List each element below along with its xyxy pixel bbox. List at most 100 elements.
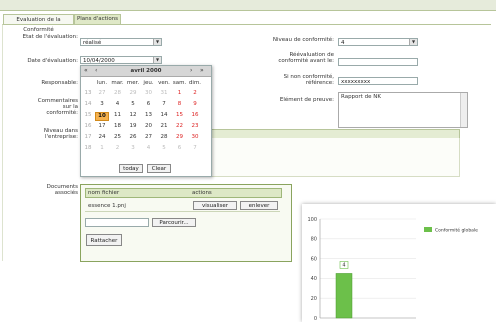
calendar-day[interactable]: 6 xyxy=(173,145,187,152)
weekday-header: mar. xyxy=(111,80,124,86)
calendar-day[interactable]: 23 xyxy=(188,123,202,130)
calendar-day[interactable]: 7 xyxy=(157,101,171,108)
document-file-name[interactable]: essence 1.pnj xyxy=(88,203,126,209)
etat-select[interactable]: réalisé ▼ xyxy=(80,38,162,46)
calendar-day[interactable]: 2 xyxy=(111,145,125,152)
calendar-day[interactable]: 4 xyxy=(142,145,156,152)
next-month-button[interactable]: › xyxy=(190,67,192,74)
calendar-day[interactable]: 16 xyxy=(188,112,202,119)
rattacher-button[interactable]: Rattacher xyxy=(86,234,122,246)
calendar-day[interactable]: 7 xyxy=(188,145,202,152)
rattacher-button-label: Rattacher xyxy=(90,238,118,244)
si-non-conf-value: xxxxxxxxx xyxy=(341,79,371,85)
file-path-input[interactable] xyxy=(85,218,149,227)
tab-plans-actions-label: Plans d'actions xyxy=(76,16,119,22)
calendar-day[interactable]: 27 xyxy=(142,134,156,141)
calendar-day[interactable]: 28 xyxy=(157,134,171,141)
calendar-day[interactable]: 3 xyxy=(95,101,109,108)
weekday-header: dim. xyxy=(188,80,202,86)
calendar-day[interactable]: 12 xyxy=(126,112,140,119)
document-row: essence 1.pnj visualiser enlever xyxy=(85,200,280,212)
chevron-down-icon: ▼ xyxy=(409,39,417,45)
responsable-label: Responsable: xyxy=(41,80,78,86)
calendar-day[interactable]: 5 xyxy=(126,101,140,108)
calendar-day[interactable]: 8 xyxy=(173,101,187,108)
date-picker-header: « ‹ avril 2000 › » xyxy=(81,66,211,77)
enlever-button-label: enlever xyxy=(248,203,270,209)
calendar-day[interactable]: 26 xyxy=(126,134,140,141)
calendar-day[interactable]: 2 xyxy=(188,90,202,97)
week-number: 15 xyxy=(84,112,92,118)
y-tick-label: 60 xyxy=(311,256,317,262)
calendar-day[interactable]: 1 xyxy=(95,145,109,152)
date-picker: « ‹ avril 2000 › » lun. mar. mer. jeu. ven. s… xyxy=(80,65,212,177)
weekday-header: ven. xyxy=(158,80,170,86)
clear-button[interactable]: Clear xyxy=(147,164,171,173)
si-non-conf-label: Si non conformité, référence: xyxy=(283,74,334,86)
calendar-day[interactable]: 28 xyxy=(111,90,125,97)
calendar-day[interactable]: 3 xyxy=(126,145,140,152)
calendar-day[interactable]: 30 xyxy=(142,90,156,97)
parcourir-button[interactable]: Parcourir... xyxy=(152,218,196,227)
today-button[interactable]: today xyxy=(119,164,143,173)
week-number: 13 xyxy=(84,90,92,96)
calendar-day[interactable]: 20 xyxy=(142,123,156,130)
calendar-day[interactable]: 9 xyxy=(188,101,202,108)
calendar-day[interactable]: 19 xyxy=(126,123,140,130)
weekday-header: lun. xyxy=(96,80,108,86)
calendar-day[interactable]: 21 xyxy=(157,123,171,130)
col-nom-fichier: nom fichier xyxy=(88,190,120,196)
calendar-grid: lun. mar. mer. jeu. ven. sam. dim. 13 27 28 29 30 31… xyxy=(81,80,211,156)
calendar-day[interactable]: 29 xyxy=(126,90,140,97)
enlever-button[interactable]: enlever xyxy=(240,201,278,210)
niveau-conf-select[interactable]: 4 ▼ xyxy=(338,38,418,46)
documents-label: Documents associés xyxy=(46,184,78,196)
scrollbar[interactable] xyxy=(460,93,467,127)
calendar-day[interactable]: 5 xyxy=(157,145,171,152)
weekday-header: sam. xyxy=(172,80,187,86)
week-number: 16 xyxy=(84,123,92,129)
calendar-day[interactable]: 10 xyxy=(95,112,109,121)
calendar-day[interactable]: 1 xyxy=(173,90,187,97)
calendar-day[interactable]: 11 xyxy=(111,112,125,119)
chevron-down-icon: ▼ xyxy=(153,39,161,45)
week-number: 18 xyxy=(84,145,92,151)
niveau-conf-value: 4 xyxy=(341,40,345,46)
si-non-conf-field[interactable]: xxxxxxxxx xyxy=(338,77,418,85)
preuve-label: Elément de preuve: xyxy=(279,97,334,103)
next-year-button[interactable]: » xyxy=(200,67,204,74)
data-label: 4 xyxy=(342,263,345,269)
preuve-value: Rapport de NK xyxy=(341,94,381,100)
visualiser-button[interactable]: visualiser xyxy=(193,201,237,210)
reevaluation-field[interactable] xyxy=(338,58,418,66)
col-actions: actions xyxy=(192,190,212,196)
week-number: 17 xyxy=(84,134,92,140)
calendar-day[interactable]: 18 xyxy=(111,123,125,130)
visualiser-button-label: visualiser xyxy=(201,203,229,209)
top-frame xyxy=(0,0,496,11)
calendar-day[interactable]: 30 xyxy=(188,134,202,141)
calendar-day[interactable]: 22 xyxy=(173,123,187,130)
calendar-day[interactable]: 15 xyxy=(173,112,187,119)
commentaires-label: Commentaires sur la conformité: xyxy=(37,98,78,116)
calendar-day[interactable]: 13 xyxy=(142,112,156,119)
y-tick-label: 20 xyxy=(311,296,317,302)
calendar-day[interactable]: 27 xyxy=(95,90,109,97)
calendar-day[interactable]: 29 xyxy=(173,134,187,141)
bar xyxy=(335,273,353,319)
parcourir-button-label: Parcourir... xyxy=(159,220,189,226)
y-tick-label: 40 xyxy=(311,276,317,282)
calendar-day[interactable]: 6 xyxy=(142,101,156,108)
documents-table-header: nom fichier actions xyxy=(85,188,282,198)
today-button-label: today xyxy=(123,166,139,172)
date-field[interactable]: 10/04/2000 ▼ xyxy=(80,56,162,64)
calendar-day[interactable]: 31 xyxy=(157,90,171,97)
preuve-textarea[interactable]: Rapport de NK xyxy=(338,92,468,128)
calendar-day[interactable]: 14 xyxy=(157,112,171,119)
calendar-day[interactable]: 24 xyxy=(95,134,109,141)
calendar-day[interactable]: 4 xyxy=(111,101,125,108)
calendar-day[interactable]: 25 xyxy=(111,134,125,141)
etat-label: Etat de l'évaluation: xyxy=(22,34,78,40)
calendar-toggle-icon[interactable]: ▼ xyxy=(153,57,161,63)
calendar-day[interactable]: 17 xyxy=(95,123,109,130)
